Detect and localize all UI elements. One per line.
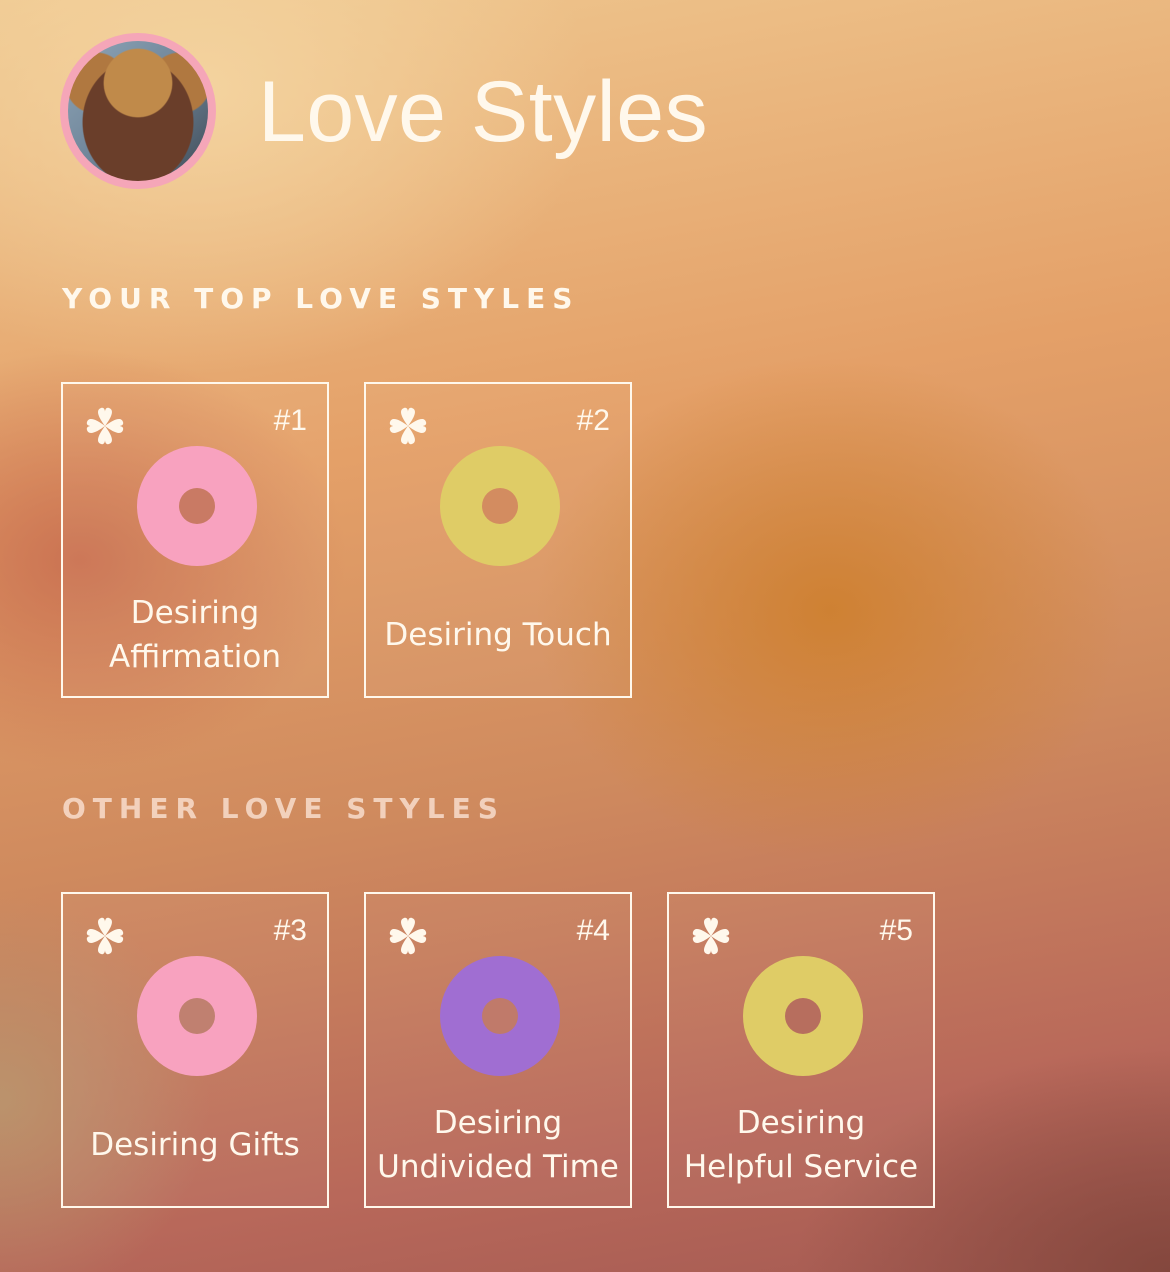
rank-badge: #4 (576, 914, 610, 947)
donut-icon (743, 956, 863, 1076)
rank-badge: #5 (879, 914, 913, 947)
love-style-card-3[interactable]: #3 Desiring Gifts (61, 892, 329, 1208)
love-style-card-1[interactable]: #1 Desiring Affirmation (61, 382, 329, 698)
clover-icon (86, 917, 124, 955)
clover-icon (389, 917, 427, 955)
card-label: Desiring Undivided Time (377, 1105, 619, 1185)
page-title: Love Styles (258, 64, 709, 160)
section-label-other: OTHER LOVE STYLES (62, 792, 505, 825)
love-style-card-4[interactable]: #4 Desiring Undivided Time (364, 892, 632, 1208)
donut-icon (440, 956, 560, 1076)
donut-icon (440, 446, 560, 566)
rank-badge: #2 (576, 404, 610, 437)
clover-icon (389, 407, 427, 445)
donut-icon (137, 956, 257, 1076)
avatar-photo (68, 41, 208, 181)
donut-icon (137, 446, 257, 566)
love-style-card-5[interactable]: #5 Desiring Helpful Service (667, 892, 935, 1208)
rank-badge: #1 (273, 404, 307, 437)
avatar[interactable] (60, 33, 216, 189)
card-label: Desiring Affirmation (109, 595, 281, 675)
card-label: Desiring Helpful Service (683, 1105, 919, 1185)
section-label-top: YOUR TOP LOVE STYLES (62, 282, 580, 315)
rank-badge: #3 (273, 914, 307, 947)
clover-icon (692, 917, 730, 955)
card-label: Desiring Touch (384, 617, 612, 653)
clover-icon (86, 407, 124, 445)
card-label: Desiring Gifts (90, 1127, 300, 1163)
love-style-card-2[interactable]: #2 Desiring Touch (364, 382, 632, 698)
